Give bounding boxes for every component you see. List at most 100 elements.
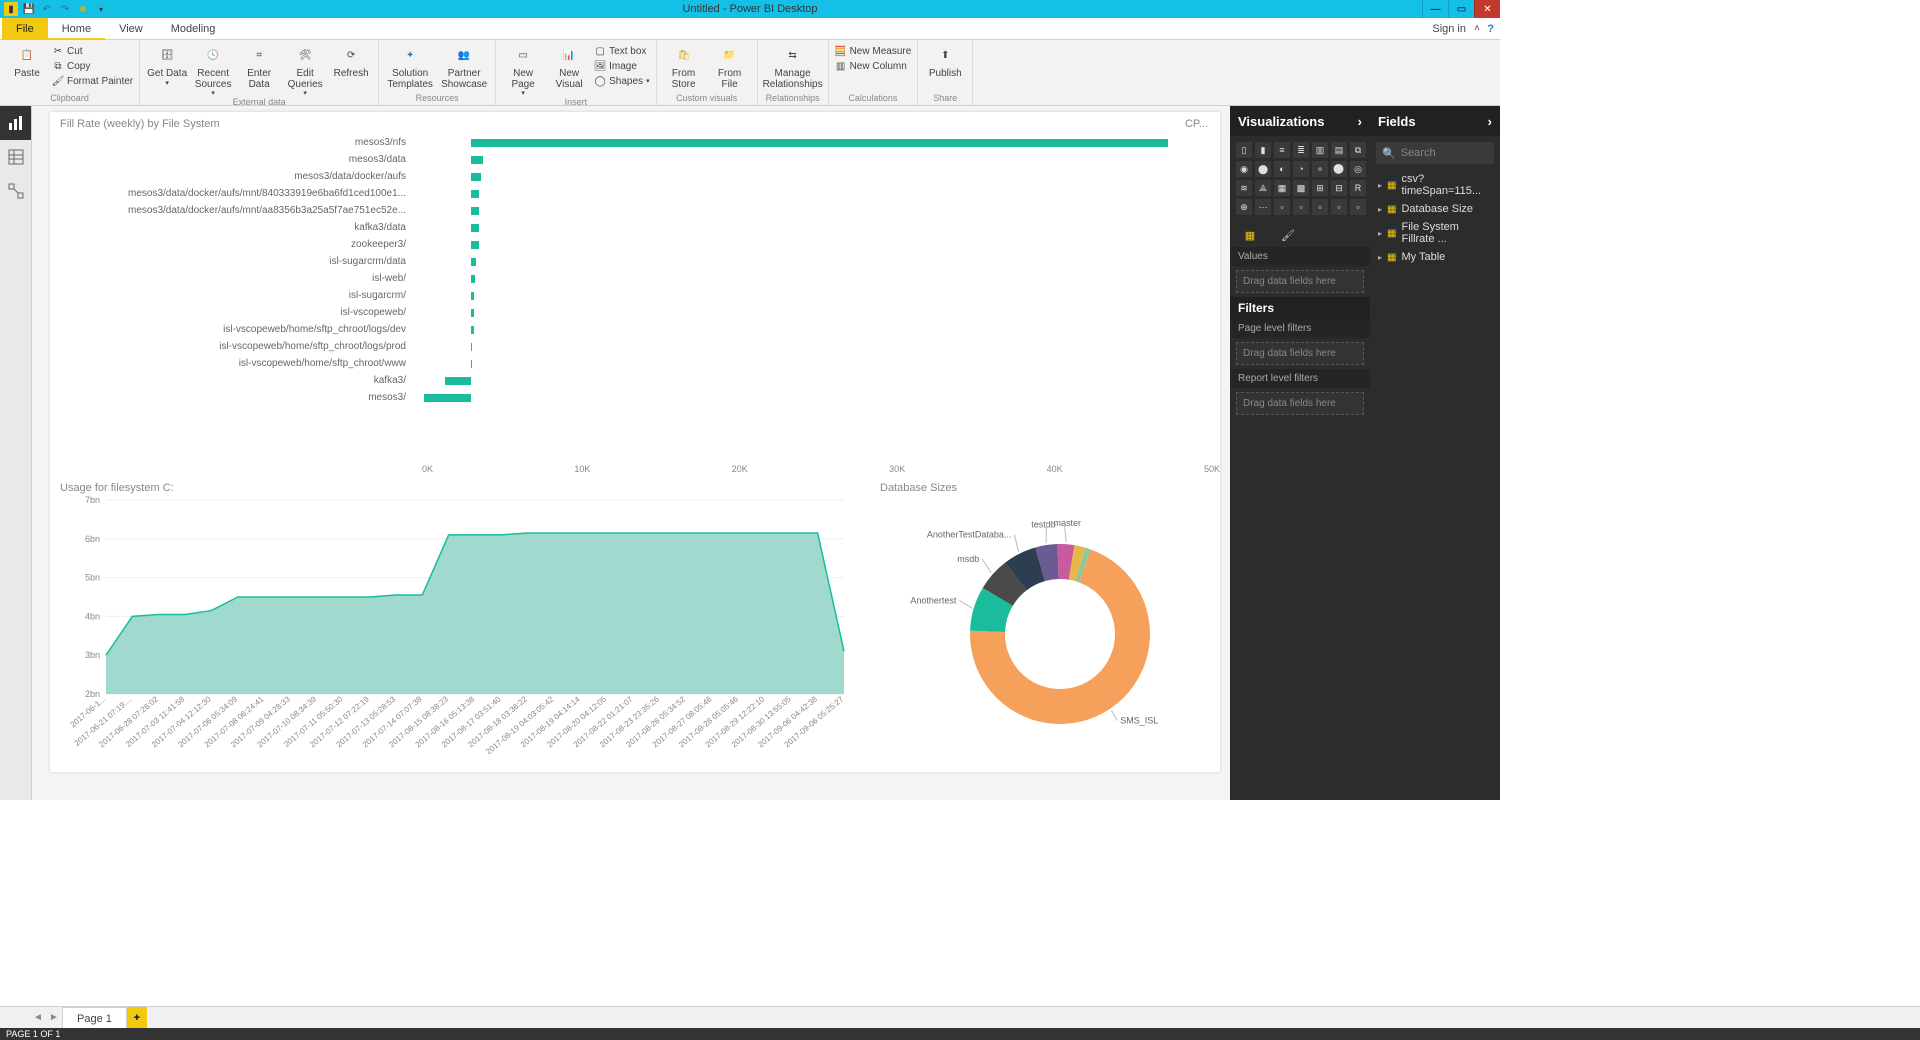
- bar-segment[interactable]: [445, 377, 472, 385]
- vis-type-icon[interactable]: ⊕: [1236, 199, 1252, 215]
- from-store-button[interactable]: 🛍From Store: [663, 42, 705, 90]
- cut-button[interactable]: ✂Cut: [52, 44, 133, 58]
- vis-type-icon[interactable]: ≣: [1293, 142, 1309, 158]
- bar-segment[interactable]: [471, 326, 474, 334]
- format-painter-button[interactable]: 🖌Format Painter: [52, 74, 133, 88]
- new-page-button[interactable]: ▭New Page▾: [502, 42, 544, 97]
- page-prev-button[interactable]: ◄: [30, 1012, 46, 1023]
- data-view-button[interactable]: [0, 140, 31, 174]
- tab-modeling[interactable]: Modeling: [157, 18, 230, 40]
- tab-file[interactable]: File: [2, 18, 48, 40]
- vis-type-icon[interactable]: ▯: [1236, 142, 1252, 158]
- bar-segment[interactable]: [471, 275, 474, 283]
- vis-type-icon[interactable]: ▥: [1312, 142, 1328, 158]
- donut-chart[interactable]: SMS_ISLAnothertestmsdbAnotherTestDataba.…: [880, 494, 1220, 754]
- undo-icon[interactable]: ↶: [40, 2, 54, 16]
- vis-type-icon[interactable]: ⟁: [1255, 180, 1271, 196]
- page-tab-1[interactable]: Page 1: [62, 1007, 127, 1029]
- vis-type-icon[interactable]: ⧉: [1350, 142, 1366, 158]
- report-view-button[interactable]: [0, 106, 31, 140]
- collapse-ribbon-icon[interactable]: ˄: [1474, 23, 1480, 34]
- vis-type-icon[interactable]: ⬤: [1255, 161, 1271, 177]
- vis-type-icon[interactable]: ◐: [1274, 161, 1290, 177]
- get-data-button[interactable]: 🗄Get Data▾: [146, 42, 188, 87]
- smiley-icon[interactable]: ☻: [76, 2, 90, 16]
- vis-type-icon[interactable]: ▫: [1274, 199, 1290, 215]
- fields-tab-icon[interactable]: ▦: [1240, 227, 1260, 243]
- field-table-item[interactable]: ▸▦csv?timeSpan=115...: [1370, 170, 1500, 200]
- bar-segment[interactable]: [471, 190, 479, 198]
- bar-segment[interactable]: [471, 207, 479, 215]
- format-tab-icon[interactable]: 🖌: [1278, 227, 1298, 243]
- bar-segment[interactable]: [471, 360, 472, 368]
- vis-type-icon[interactable]: ▫: [1312, 199, 1328, 215]
- bar-segment[interactable]: [471, 309, 474, 317]
- edit-queries-button[interactable]: 🛠Edit Queries▾: [284, 42, 326, 97]
- qat-dropdown-icon[interactable]: ▾: [94, 2, 108, 16]
- vis-type-icon[interactable]: ◔: [1293, 161, 1309, 177]
- new-column-button[interactable]: ▥New Column: [835, 59, 912, 73]
- copy-button[interactable]: ⧉Copy: [52, 59, 133, 73]
- vis-type-icon[interactable]: ◉: [1236, 161, 1252, 177]
- maximize-button[interactable]: ▭: [1448, 0, 1474, 18]
- new-measure-button[interactable]: 🧮New Measure: [835, 44, 912, 58]
- values-well[interactable]: Drag data fields here: [1236, 270, 1364, 293]
- vis-type-icon[interactable]: ≡: [1274, 142, 1290, 158]
- recent-sources-button[interactable]: 🕓Recent Sources▾: [192, 42, 234, 97]
- publish-button[interactable]: ⬆Publish: [924, 42, 966, 80]
- image-button[interactable]: 🖼Image: [594, 59, 649, 73]
- text-box-button[interactable]: ▢Text box: [594, 44, 649, 58]
- sign-in-link[interactable]: Sign in: [1432, 23, 1466, 35]
- vis-type-icon[interactable]: ⚬: [1312, 161, 1328, 177]
- bar-segment[interactable]: [471, 139, 1167, 147]
- visualization-picker[interactable]: ▯▮≡≣▥▤⧉◉⬤◐◔⚬⚪◎≋⟁▦▩⊞⊟R⊕⋯▫▫▫▫▫: [1230, 136, 1370, 221]
- vis-type-icon[interactable]: ▩: [1293, 180, 1309, 196]
- help-icon[interactable]: ?: [1487, 23, 1494, 35]
- vis-type-icon[interactable]: ⚪: [1331, 161, 1347, 177]
- close-button[interactable]: ✕: [1474, 0, 1500, 18]
- vis-type-icon[interactable]: ≋: [1236, 180, 1252, 196]
- vis-type-icon[interactable]: ⋯: [1255, 199, 1271, 215]
- bar-segment[interactable]: [471, 258, 476, 266]
- fields-header[interactable]: Fields›: [1370, 106, 1500, 136]
- bar-segment[interactable]: [471, 241, 478, 249]
- report-filters-well[interactable]: Drag data fields here: [1236, 392, 1364, 415]
- vis-type-icon[interactable]: ⊟: [1331, 180, 1347, 196]
- page-next-button[interactable]: ►: [46, 1012, 62, 1023]
- new-visual-button[interactable]: 📊New Visual: [548, 42, 590, 90]
- field-table-item[interactable]: ▸▦File System Fillrate ...: [1370, 218, 1500, 248]
- redo-icon[interactable]: ↷: [58, 2, 72, 16]
- paste-button[interactable]: 📋Paste: [6, 42, 48, 80]
- refresh-button[interactable]: ⟳Refresh: [330, 42, 372, 80]
- vis-type-icon[interactable]: ▤: [1331, 142, 1347, 158]
- vis-type-icon[interactable]: ▫: [1331, 199, 1347, 215]
- tab-home[interactable]: Home: [48, 18, 105, 40]
- fields-search[interactable]: 🔍Search: [1376, 142, 1494, 164]
- save-icon[interactable]: 💾: [22, 2, 36, 16]
- field-table-item[interactable]: ▸▦My Table: [1370, 248, 1500, 266]
- bar-segment[interactable]: [471, 224, 479, 232]
- add-page-button[interactable]: +: [127, 1007, 147, 1029]
- bar-chart[interactable]: mesos3/nfsmesos3/datamesos3/data/docker/…: [60, 134, 1230, 474]
- shapes-button[interactable]: ◯Shapes▾: [594, 74, 649, 88]
- field-table-item[interactable]: ▸▦Database Size: [1370, 200, 1500, 218]
- page-filters-well[interactable]: Drag data fields here: [1236, 342, 1364, 365]
- solution-templates-button[interactable]: ✦Solution Templates: [385, 42, 435, 90]
- bar-segment[interactable]: [424, 394, 471, 402]
- bar-segment[interactable]: [471, 343, 472, 351]
- partner-showcase-button[interactable]: 👥Partner Showcase: [439, 42, 489, 90]
- vis-type-icon[interactable]: ▫: [1350, 199, 1366, 215]
- vis-type-icon[interactable]: ▫: [1293, 199, 1309, 215]
- vis-type-icon[interactable]: R: [1350, 180, 1366, 196]
- minimize-button[interactable]: —: [1422, 0, 1448, 18]
- visualizations-header[interactable]: Visualizations›: [1230, 106, 1370, 136]
- area-chart[interactable]: 2bn3bn4bn5bn6bn7bn2017-06-1...2017-06-21…: [60, 494, 850, 754]
- vis-type-icon[interactable]: ⊞: [1312, 180, 1328, 196]
- from-file-button[interactable]: 📁From File: [709, 42, 751, 90]
- model-view-button[interactable]: [0, 174, 31, 208]
- bar-segment[interactable]: [471, 173, 481, 181]
- enter-data-button[interactable]: ⌗Enter Data: [238, 42, 280, 90]
- vis-type-icon[interactable]: ◎: [1350, 161, 1366, 177]
- bar-segment[interactable]: [471, 292, 474, 300]
- vis-type-icon[interactable]: ▦: [1274, 180, 1290, 196]
